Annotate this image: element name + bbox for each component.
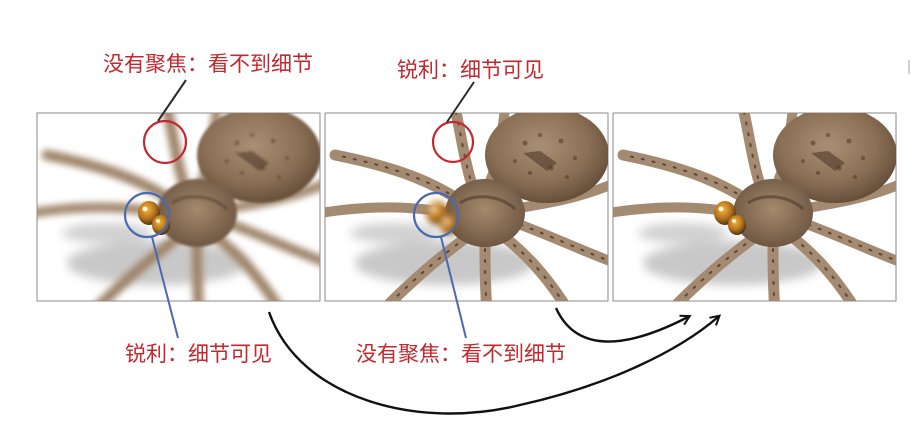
- curved-arrow-icon: [554, 307, 688, 343]
- focus-stacking-diagram: 没有聚焦：看不到细节 锐利：细节可见 锐利：细节可见 没有聚焦：看不到细节: [0, 0, 912, 435]
- right-edge-mark: [908, 60, 910, 74]
- label-top-left: 没有聚焦：看不到细节: [103, 52, 313, 76]
- label-top-middle: 锐利：细节可见: [397, 58, 544, 82]
- label-bottom-middle: 没有聚焦：看不到细节: [356, 342, 566, 366]
- panel-3-image: [612, 112, 897, 302]
- panel-2-image: [324, 112, 609, 302]
- label-bottom-left: 锐利：细节可见: [125, 342, 272, 366]
- panel-1-image: [36, 112, 321, 302]
